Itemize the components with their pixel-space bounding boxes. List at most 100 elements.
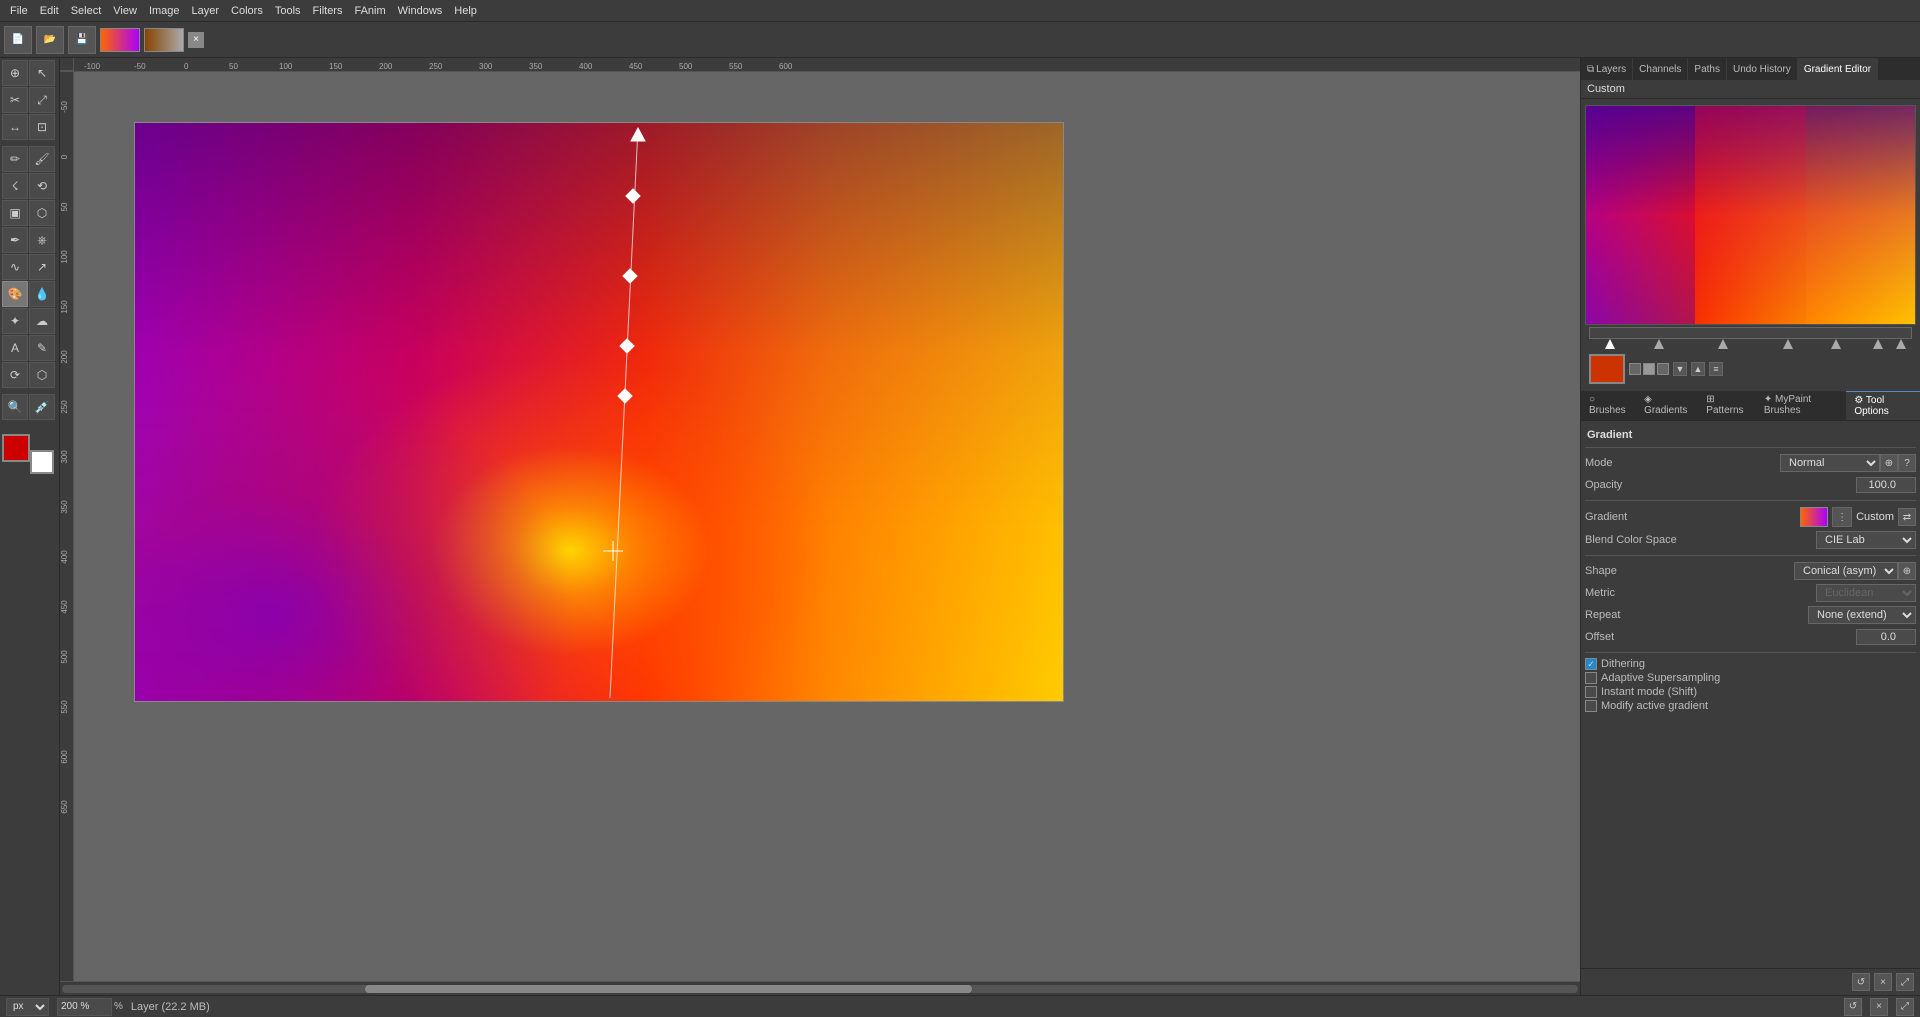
- subtab-mypaint[interactable]: ✦ MyPaint Brushes: [1756, 391, 1846, 420]
- gradient-edit-button[interactable]: ⋮: [1832, 507, 1852, 527]
- tool-flip[interactable]: ↔: [2, 114, 28, 140]
- scrollbar-horizontal[interactable]: [60, 981, 1580, 995]
- tool-pencil[interactable]: ✏: [2, 146, 28, 172]
- layers-icon: ⧉: [1587, 64, 1594, 75]
- menu-image[interactable]: Image: [143, 3, 186, 19]
- menu-edit[interactable]: Edit: [34, 3, 65, 19]
- modify-checkbox[interactable]: [1585, 700, 1597, 712]
- unit-select[interactable]: px mm in: [6, 998, 49, 1016]
- tool-pointer[interactable]: ↖: [29, 60, 55, 86]
- stop-marker-1[interactable]: [1605, 339, 1615, 349]
- save-button[interactable]: 💾: [68, 26, 96, 54]
- opacity-input[interactable]: [1856, 477, 1916, 493]
- menu-tools[interactable]: Tools: [269, 3, 307, 19]
- tab-gradient-editor[interactable]: Gradient Editor: [1798, 58, 1878, 80]
- gradient-preview-large[interactable]: [1585, 105, 1916, 325]
- zoom-input[interactable]: [57, 998, 112, 1016]
- tool-text[interactable]: A: [2, 335, 28, 361]
- tool-ink[interactable]: ✎: [29, 335, 55, 361]
- stop-marker-3[interactable]: [1718, 339, 1728, 349]
- foreground-color[interactable]: [2, 434, 30, 462]
- stop-marker-2[interactable]: [1654, 339, 1664, 349]
- gradient-swatch-1[interactable]: [100, 28, 140, 52]
- stop-icon-3[interactable]: ≡: [1709, 362, 1723, 376]
- metric-select[interactable]: Euclidean Manhattan: [1816, 584, 1916, 602]
- tool-bucket-fill[interactable]: 💧: [29, 281, 55, 307]
- reset-icon[interactable]: ↺: [1852, 973, 1870, 991]
- tab-layers[interactable]: ⧉ Layers: [1581, 58, 1633, 80]
- open-button[interactable]: 📂: [36, 26, 64, 54]
- tool-blend[interactable]: ⬡: [29, 362, 55, 388]
- subtab-patterns[interactable]: ⊞ Patterns: [1698, 391, 1756, 420]
- tool-align[interactable]: ⊡: [29, 114, 55, 140]
- close-icon[interactable]: ×: [188, 32, 204, 48]
- menu-filters[interactable]: Filters: [307, 3, 349, 19]
- tool-eraser[interactable]: ☇: [2, 173, 28, 199]
- mini-gradient-swatch[interactable]: [1800, 507, 1828, 527]
- tool-clone[interactable]: ✦: [2, 308, 28, 334]
- color-stop-swatch[interactable]: [1589, 354, 1625, 384]
- tool-move[interactable]: ⊕: [2, 60, 28, 86]
- statusbar-reset-icon[interactable]: ↺: [1844, 998, 1862, 1016]
- menu-windows[interactable]: Windows: [392, 3, 449, 19]
- mode-info-icon[interactable]: ?: [1898, 454, 1916, 472]
- tool-warp[interactable]: ⟳: [2, 362, 28, 388]
- menu-select[interactable]: Select: [65, 3, 108, 19]
- dithering-checkbox[interactable]: ✓: [1585, 658, 1597, 670]
- menu-file[interactable]: File: [4, 3, 34, 19]
- stop-marker-4[interactable]: [1783, 339, 1793, 349]
- statusbar-expand-icon[interactable]: ⤢: [1896, 998, 1914, 1016]
- tool-free-select[interactable]: ✒: [2, 227, 28, 253]
- tool-heal[interactable]: ⟲: [29, 173, 55, 199]
- menu-help[interactable]: Help: [448, 3, 483, 19]
- menu-fanim[interactable]: FAnim: [348, 3, 391, 19]
- tool-transform[interactable]: ⤢: [29, 87, 55, 113]
- new-button[interactable]: 📄: [4, 26, 32, 54]
- tab-channels[interactable]: Channels: [1633, 58, 1688, 80]
- layer-info: Layer (22.2 MB): [131, 1001, 210, 1013]
- tool-rect-select[interactable]: ▣: [2, 200, 28, 226]
- tool-crop[interactable]: ✂: [2, 87, 28, 113]
- menu-layer[interactable]: Layer: [186, 3, 226, 19]
- pos-square-1[interactable]: [1629, 363, 1641, 375]
- gradient-swatch-2[interactable]: [144, 28, 184, 52]
- gradient-swap-icon[interactable]: ⇄: [1898, 508, 1916, 526]
- tool-path[interactable]: ∿: [2, 254, 28, 280]
- repeat-select[interactable]: None (extend) Sawtooth wave Triangular w…: [1808, 606, 1916, 624]
- stop-marker-5[interactable]: [1831, 339, 1841, 349]
- tab-undo-history[interactable]: Undo History: [1727, 58, 1798, 80]
- adaptive-checkbox[interactable]: [1585, 672, 1597, 684]
- tool-smudge[interactable]: ☁: [29, 308, 55, 334]
- instant-checkbox[interactable]: [1585, 686, 1597, 698]
- tool-zoom[interactable]: 🔍: [2, 394, 28, 420]
- tool-pick-color[interactable]: 💉: [29, 394, 55, 420]
- close-panel-icon[interactable]: ×: [1874, 973, 1892, 991]
- stop-icon-1[interactable]: ▼: [1673, 362, 1687, 376]
- offset-input[interactable]: [1856, 629, 1916, 645]
- statusbar-close-icon[interactable]: ×: [1870, 998, 1888, 1016]
- tool-fuzzy-select[interactable]: ⎈: [29, 227, 55, 253]
- background-color[interactable]: [30, 450, 54, 474]
- subtab-tool-options[interactable]: ⚙ Tool Options: [1846, 391, 1920, 420]
- pos-square-2[interactable]: [1643, 363, 1655, 375]
- stop-marker-7[interactable]: [1896, 339, 1906, 349]
- stop-icon-2[interactable]: ▲: [1691, 362, 1705, 376]
- subtab-brushes[interactable]: ○ Brushes: [1581, 391, 1636, 420]
- mode-extra-icon[interactable]: ⊕: [1880, 454, 1898, 472]
- tool-paint[interactable]: 🖌: [29, 146, 55, 172]
- menu-view[interactable]: View: [107, 3, 143, 19]
- mode-select[interactable]: Normal Multiply Screen Overlay: [1780, 454, 1880, 472]
- stop-marker-6[interactable]: [1873, 339, 1883, 349]
- tab-paths[interactable]: Paths: [1688, 58, 1727, 80]
- pos-square-3[interactable]: [1657, 363, 1669, 375]
- shape-icon[interactable]: ⊕: [1898, 562, 1916, 580]
- blend-select[interactable]: CIE Lab RGB HSV: [1816, 531, 1916, 549]
- tool-measure[interactable]: ↗: [29, 254, 55, 280]
- shape-select[interactable]: Conical (asym) Linear Radial Square Coni…: [1794, 562, 1898, 580]
- menu-colors[interactable]: Colors: [225, 3, 269, 19]
- tool-ellipse-select[interactable]: ⬡: [29, 200, 55, 226]
- tool-gradient[interactable]: 🎨: [2, 281, 28, 307]
- expand-icon[interactable]: ⤢: [1896, 973, 1914, 991]
- canvas-viewport[interactable]: [74, 72, 1580, 981]
- subtab-gradients[interactable]: ◈ Gradients: [1636, 391, 1698, 420]
